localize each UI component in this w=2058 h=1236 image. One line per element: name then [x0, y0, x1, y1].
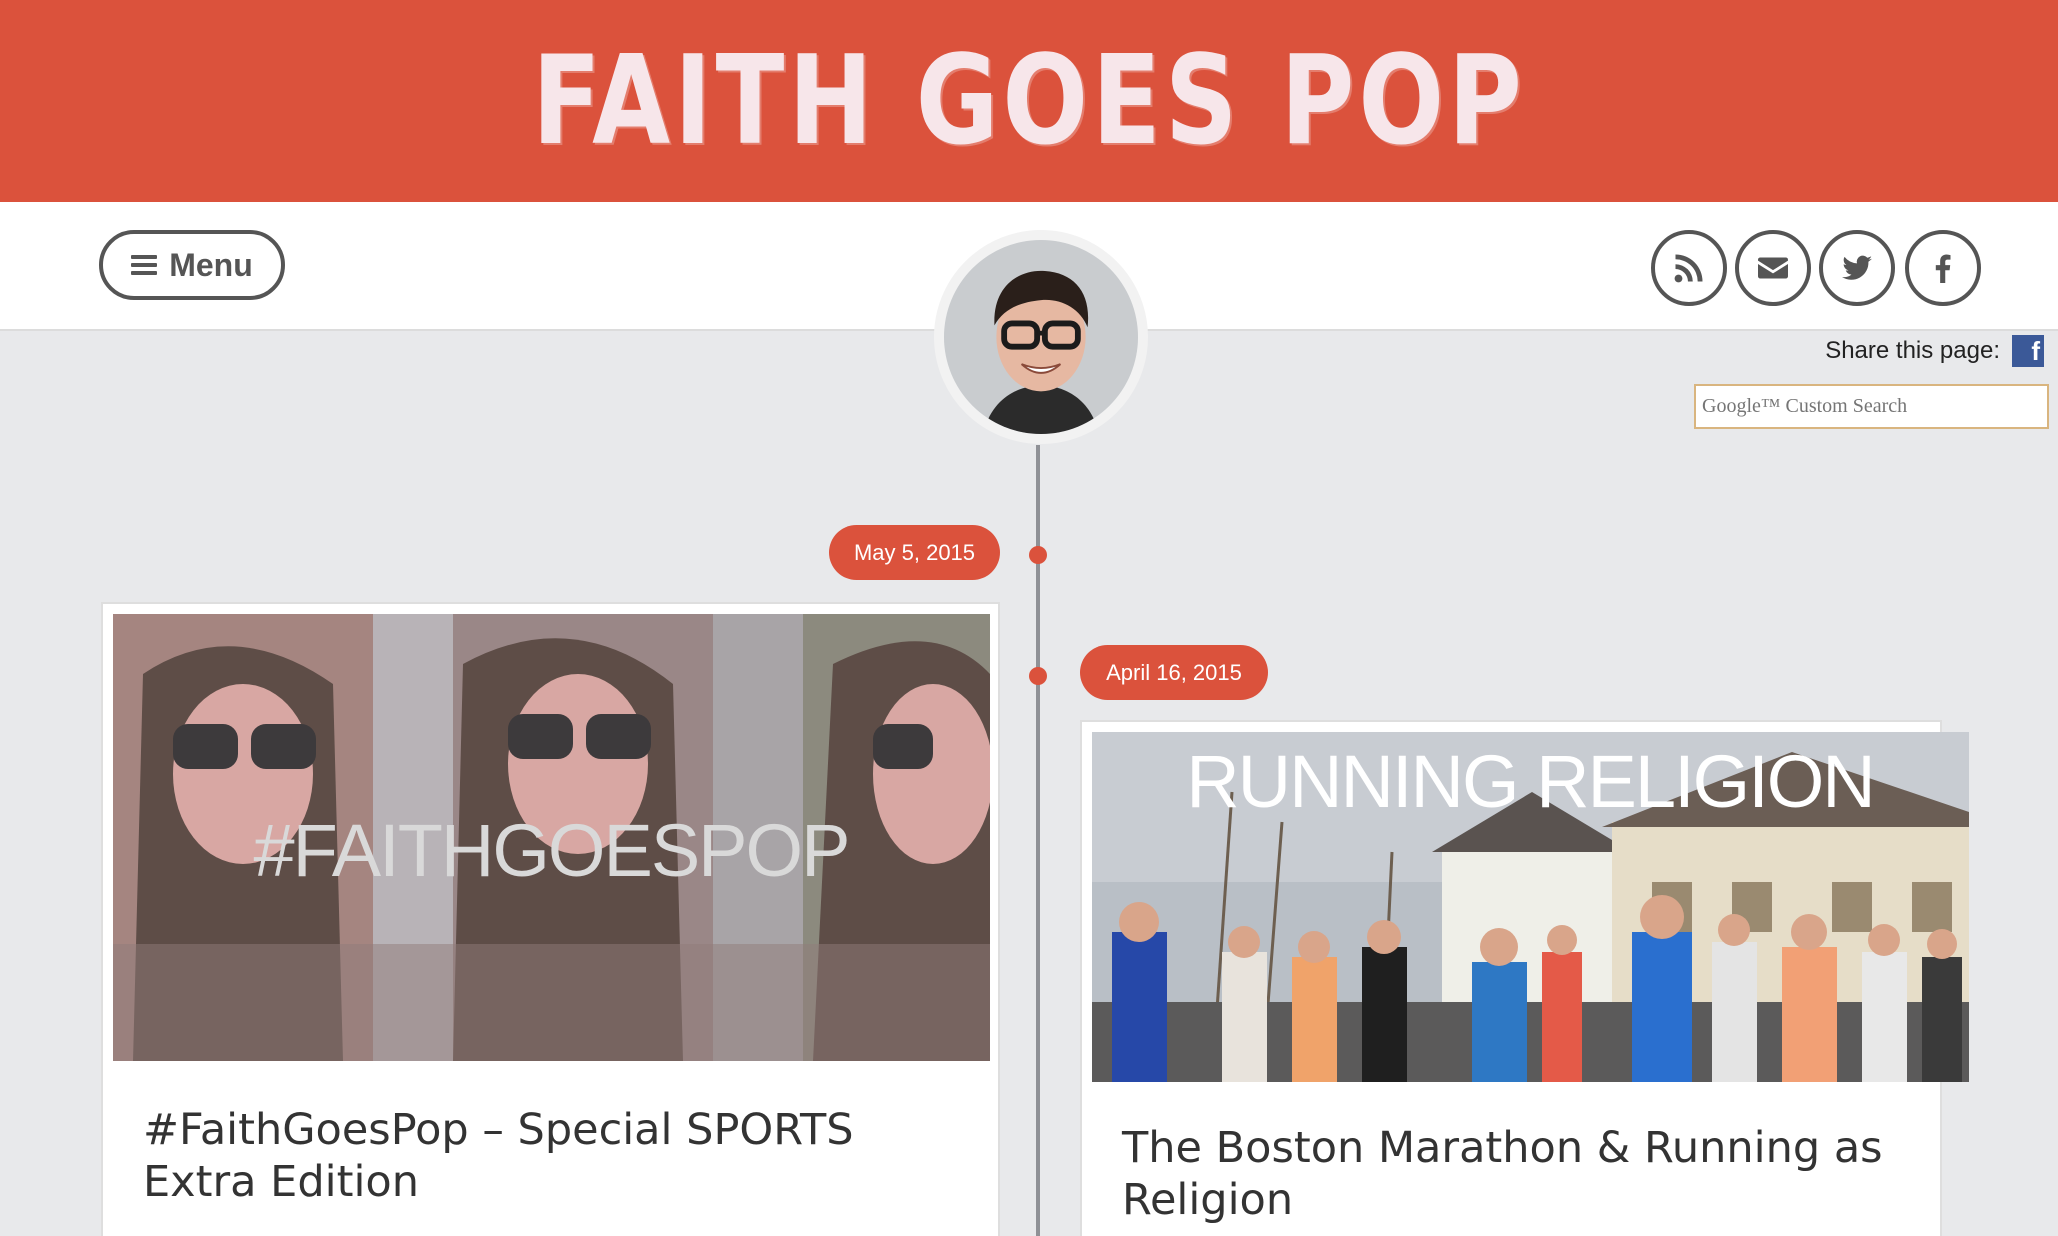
facebook-button[interactable]	[1905, 230, 1981, 306]
post-featured-image[interactable]: #FAITHGOESPOP	[113, 614, 990, 1061]
share-label: Share this page:	[1825, 337, 2000, 364]
author-photo	[944, 240, 1138, 434]
post-title[interactable]: The Boston Marathon & Running as Religio…	[1122, 1122, 1912, 1226]
post-title[interactable]: #FaithGoesPop – Special SPORTS Extra Edi…	[143, 1104, 973, 1208]
running-religion-image: RUNNING RELIGION	[1092, 732, 1969, 1082]
google-custom-search[interactable]	[1694, 384, 2049, 429]
twitter-icon	[1842, 255, 1872, 280]
post-date-badge[interactable]: May 5, 2015	[829, 525, 1000, 580]
twitter-button[interactable]	[1819, 230, 1895, 306]
rss-icon	[1674, 254, 1703, 283]
site-logo[interactable]: FAITH GOES POP	[532, 30, 1526, 173]
post-date-badge[interactable]: April 16, 2015	[1080, 645, 1268, 700]
menu-button[interactable]: Menu	[99, 230, 285, 300]
menu-label: Menu	[169, 246, 253, 283]
image-caption-text: #FAITHGOESPOP	[254, 809, 849, 892]
image-caption-text: RUNNING RELIGION	[1186, 740, 1874, 823]
rss-button[interactable]	[1651, 230, 1727, 306]
author-avatar[interactable]	[934, 230, 1148, 444]
post-card[interactable]: #FAITHGOESPOP #FaithGoesPop – Special SP…	[101, 602, 1000, 1236]
email-icon	[1758, 257, 1788, 279]
post-card[interactable]: RUNNING RELIGION The Boston Marathon & R…	[1080, 720, 1969, 1236]
facebook-share-icon[interactable]: f	[2012, 335, 2044, 367]
facebook-icon	[1935, 254, 1951, 283]
post-featured-image[interactable]: RUNNING RELIGION	[1092, 732, 1969, 1082]
hamburger-icon	[131, 254, 158, 276]
search-input[interactable]	[1702, 386, 2047, 427]
share-this-page: Share this page: f	[1825, 335, 2044, 367]
faithgoespop-image: #FAITHGOESPOP	[113, 614, 990, 1061]
email-button[interactable]	[1735, 230, 1811, 306]
timeline-dot	[1029, 667, 1047, 685]
site-header-banner: FAITH GOES POP	[0, 0, 2058, 202]
timeline-dot	[1029, 546, 1047, 564]
